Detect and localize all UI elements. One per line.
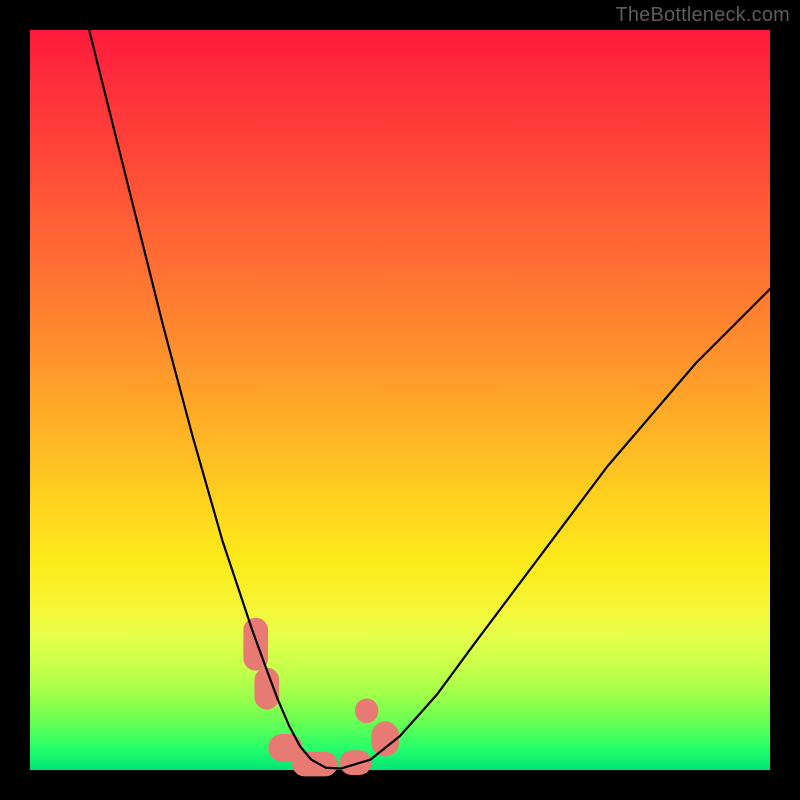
bottleneck-marker xyxy=(255,668,279,709)
bottleneck-marker xyxy=(356,699,378,723)
bottleneck-marker xyxy=(293,752,337,776)
bottleneck-curve xyxy=(89,30,770,769)
plot-area xyxy=(30,30,770,770)
watermark-text: TheBottleneck.com xyxy=(615,4,790,27)
chart-frame: TheBottleneck.com xyxy=(0,0,800,800)
bottleneck-marker xyxy=(340,751,371,775)
bottleneck-markers xyxy=(244,618,399,776)
bottleneck-marker xyxy=(372,722,399,756)
curve-layer xyxy=(30,30,770,770)
